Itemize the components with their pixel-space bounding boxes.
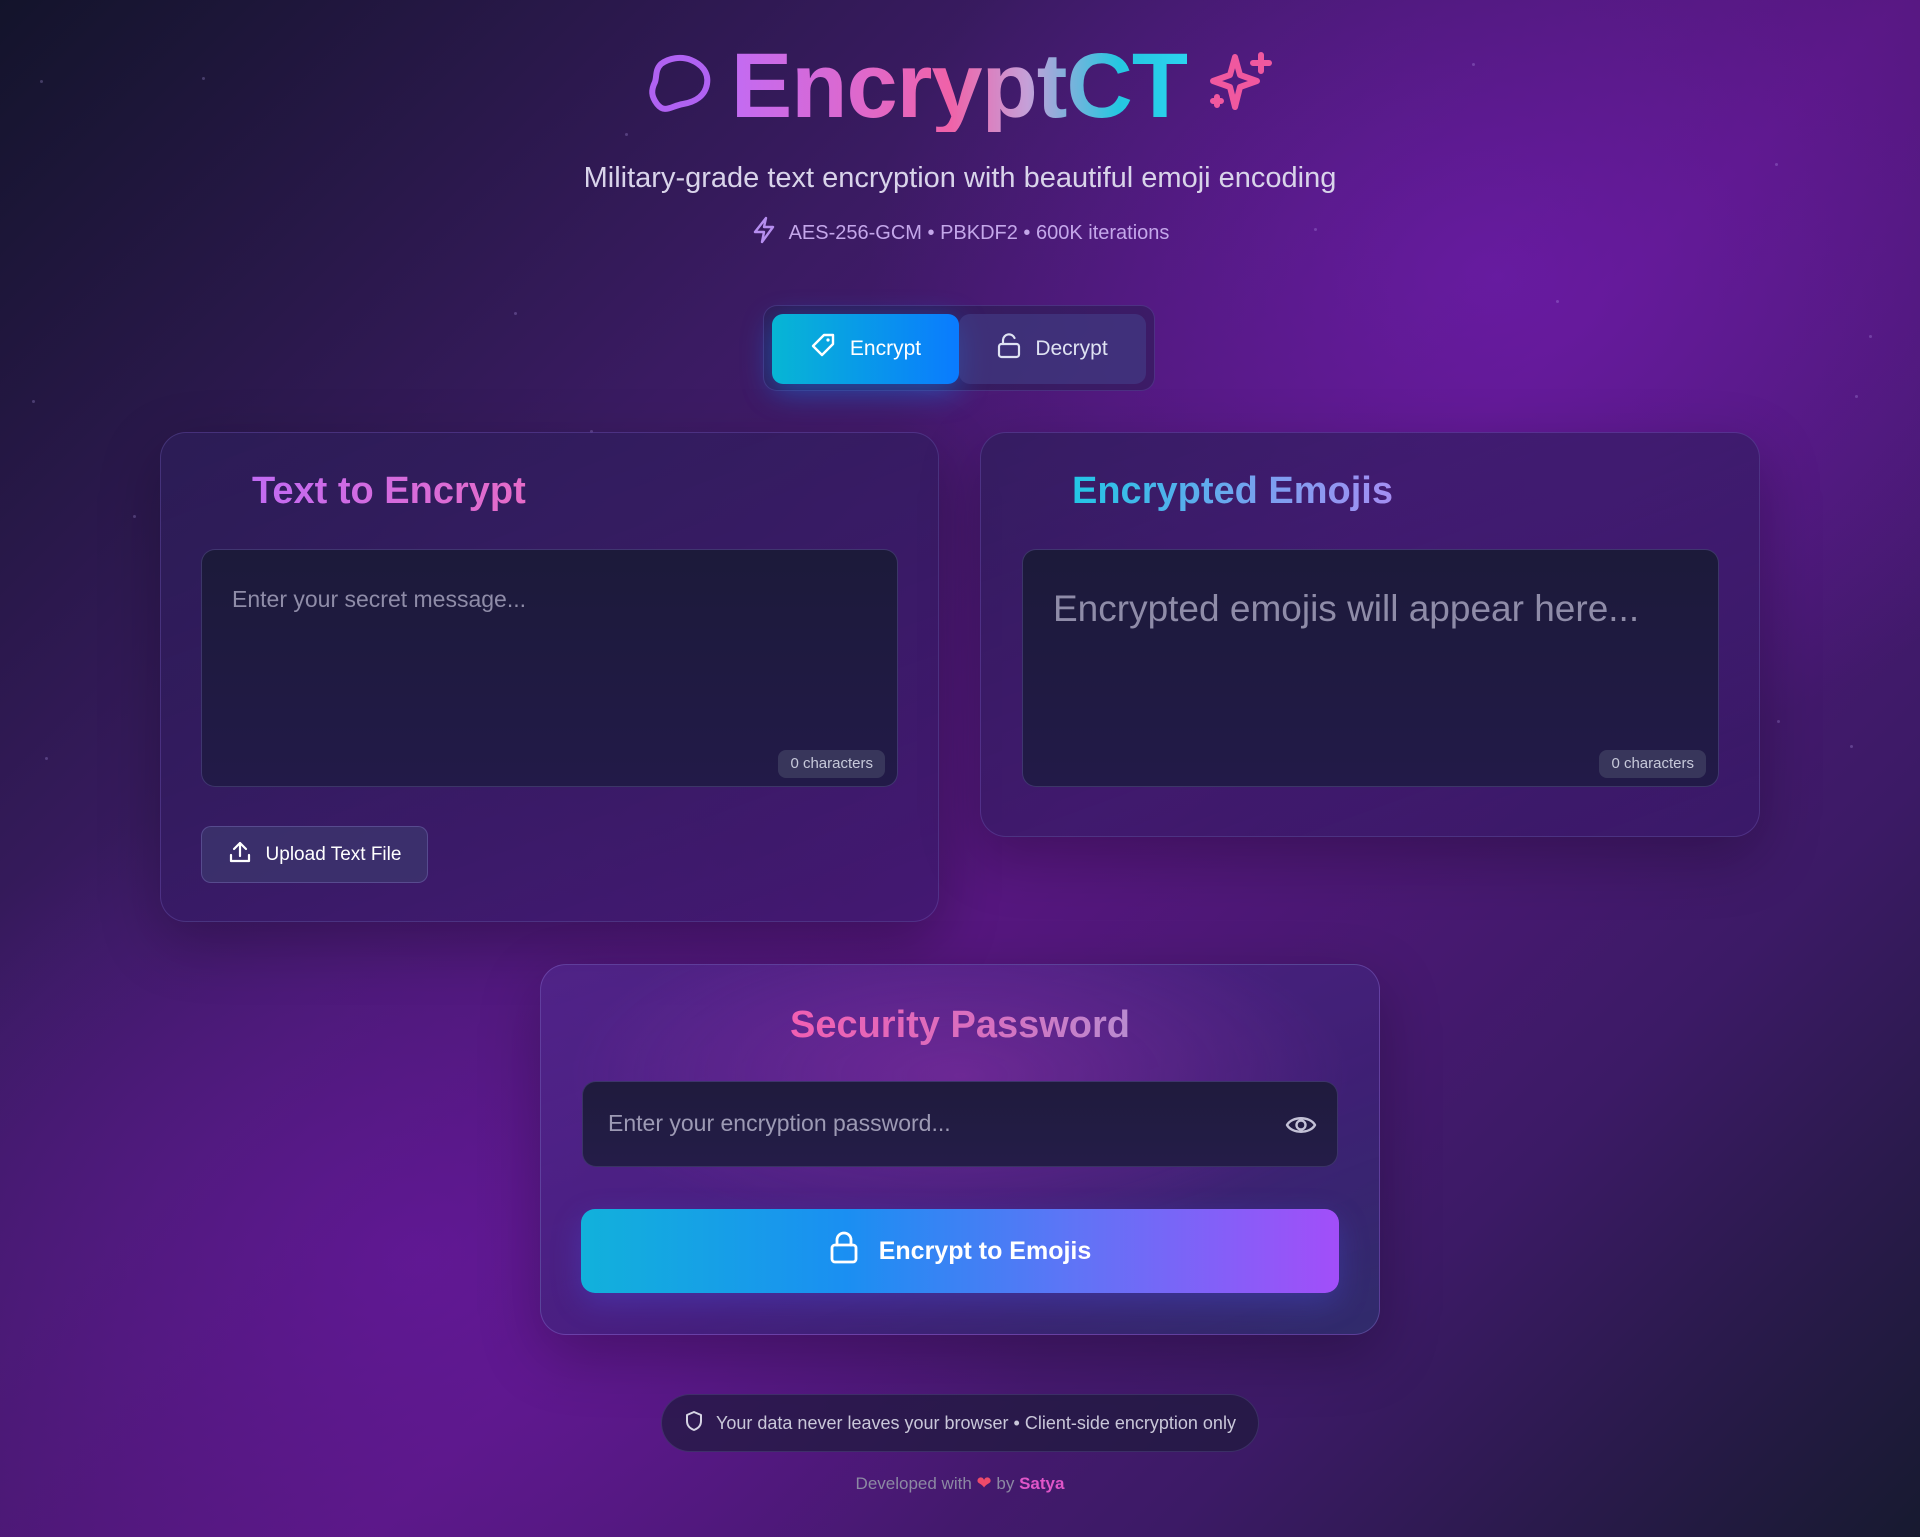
tab-decrypt[interactable]: Decrypt bbox=[959, 314, 1146, 384]
credit-by: by bbox=[996, 1474, 1015, 1493]
author-name[interactable]: Satya bbox=[1019, 1474, 1064, 1493]
secret-message-textarea[interactable]: Enter your secret message... 0 character… bbox=[201, 549, 898, 787]
upload-text-file-button[interactable]: Upload Text File bbox=[201, 826, 428, 883]
tab-decrypt-label: Decrypt bbox=[1035, 337, 1108, 360]
encrypt-to-emojis-button[interactable]: Encrypt to Emojis bbox=[581, 1209, 1339, 1293]
app-title: EncryptCT bbox=[730, 35, 1188, 137]
password-panel-title: Security Password bbox=[0, 1004, 1920, 1047]
credit-prefix: Developed with bbox=[855, 1474, 972, 1493]
eye-icon[interactable] bbox=[1285, 1110, 1317, 1145]
password-panel-title-text: Security Password bbox=[789, 1004, 1131, 1046]
encrypted-emojis-placeholder: Encrypted emojis will appear here... bbox=[1053, 588, 1640, 629]
background-star bbox=[1855, 395, 1858, 398]
background-star bbox=[514, 312, 517, 315]
background-star bbox=[32, 400, 35, 403]
upload-button-label: Upload Text File bbox=[265, 843, 402, 865]
tab-encrypt[interactable]: Encrypt bbox=[772, 314, 959, 384]
encrypt-button-label: Encrypt to Emojis bbox=[878, 1236, 1092, 1265]
crypto-spec-text: AES-256-GCM • PBKDF2 • 600K iterations bbox=[788, 221, 1170, 244]
unlock-icon bbox=[997, 333, 1021, 365]
background-star bbox=[1556, 300, 1559, 303]
background-star bbox=[1777, 720, 1780, 723]
developer-credit: Developed with ❤ by Satya bbox=[0, 1473, 1920, 1494]
tag-icon bbox=[810, 333, 836, 365]
shield-icon bbox=[684, 1410, 704, 1437]
app-header: EncryptCT bbox=[0, 36, 1920, 136]
encrypted-emojis-output[interactable]: Encrypted emojis will appear here... 0 c… bbox=[1022, 549, 1719, 787]
privacy-notice-text: Your data never leaves your browser • Cl… bbox=[716, 1412, 1236, 1433]
tab-encrypt-label: Encrypt bbox=[849, 337, 922, 360]
input-char-count: 0 characters bbox=[778, 750, 885, 778]
mode-toggle: Encrypt Decrypt bbox=[763, 305, 1155, 391]
upload-icon bbox=[228, 840, 252, 870]
password-input[interactable]: Enter your encryption password... bbox=[582, 1081, 1338, 1167]
output-char-count: 0 characters bbox=[1599, 750, 1706, 778]
crypto-spec-line: AES-256-GCM • PBKDF2 • 600K iterations bbox=[0, 216, 1920, 250]
output-panel-title: Encrypted Emojis bbox=[1072, 470, 1393, 512]
sparkles-icon bbox=[1205, 49, 1275, 124]
input-panel-title: Text to Encrypt bbox=[252, 470, 526, 512]
brain-outline-icon bbox=[645, 50, 713, 123]
background-star bbox=[45, 757, 48, 760]
privacy-notice: Your data never leaves your browser • Cl… bbox=[661, 1394, 1259, 1452]
zap-icon bbox=[751, 216, 777, 250]
secret-message-placeholder: Enter your secret message... bbox=[232, 586, 527, 612]
heart-icon: ❤ bbox=[976, 1473, 992, 1493]
background-star bbox=[1850, 745, 1853, 748]
lock-icon bbox=[829, 1231, 859, 1272]
app-subtitle: Military-grade text encryption with beau… bbox=[583, 162, 1337, 194]
password-placeholder: Enter your encryption password... bbox=[608, 1110, 951, 1136]
background-star bbox=[1869, 335, 1872, 338]
background-star bbox=[133, 515, 136, 518]
